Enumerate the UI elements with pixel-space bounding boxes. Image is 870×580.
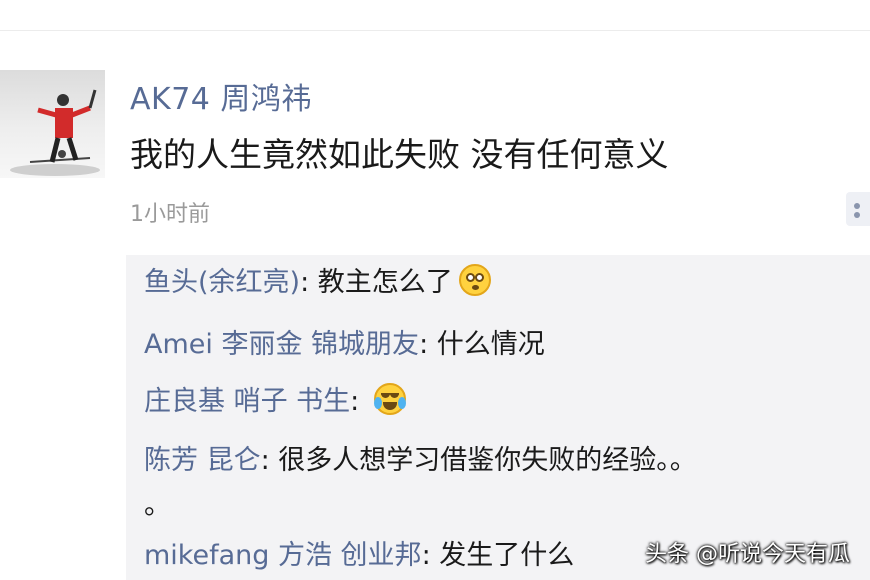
comment-list: 鱼头(余红亮): 教主怎么了 Amei 李丽金 锦城朋友: 什么情况 庄良基 哨…	[126, 255, 870, 580]
crying-emoji-icon	[373, 383, 406, 415]
top-divider	[0, 30, 870, 31]
comment-author[interactable]: Amei 李丽金 锦城朋友	[144, 329, 419, 360]
comment-item[interactable]: Amei 李丽金 锦城朋友: 什么情况	[144, 322, 545, 361]
comment-separator: :	[260, 445, 279, 476]
comment-text: 教主怎么了	[317, 267, 453, 298]
comment-separator: :	[419, 329, 437, 360]
watermark: 头条 @听说今天有瓜	[645, 542, 850, 567]
more-dot-icon	[854, 212, 860, 218]
comment-text: 很多人想学习借鉴你失败的经验。。	[278, 445, 697, 476]
comment-item[interactable]: 陈芳 昆仑: 很多人想学习借鉴你失败的经验。。	[144, 438, 697, 477]
post-timestamp: 1小时前	[130, 202, 210, 227]
comment-item[interactable]: 鱼头(余红亮): 教主怎么了	[144, 260, 491, 299]
comment-separator: :	[300, 267, 318, 298]
comment-item[interactable]: mikefang 方浩 创业邦: 发生了什么	[144, 533, 574, 572]
comment-item[interactable]: 庄良基 哨子 书生:	[144, 379, 406, 418]
comment-author[interactable]: 鱼头(余红亮)	[144, 267, 300, 298]
comment-author[interactable]: 陈芳 昆仑	[144, 445, 261, 476]
post-text: 我的人生竟然如此失败 没有任何意义	[130, 135, 669, 174]
comment-separator: :	[350, 386, 368, 417]
more-dot-icon	[854, 203, 860, 209]
comment-author[interactable]: mikefang 方浩 创业邦	[144, 540, 422, 571]
comment-text: 什么情况	[436, 329, 545, 360]
username[interactable]: AK74 周鸿祎	[130, 74, 312, 118]
comment-separator: :	[421, 540, 440, 571]
flushed-emoji-icon	[458, 264, 491, 296]
comment-author[interactable]: 庄良基 哨子 书生	[144, 386, 350, 417]
skier-photo	[10, 89, 100, 176]
comment-text: 发生了什么	[439, 540, 575, 571]
avatar[interactable]	[0, 70, 105, 178]
comment-text-continued: 。	[144, 490, 171, 521]
comment-continuation: 。	[144, 483, 171, 522]
comment-action-button[interactable]	[846, 192, 870, 226]
